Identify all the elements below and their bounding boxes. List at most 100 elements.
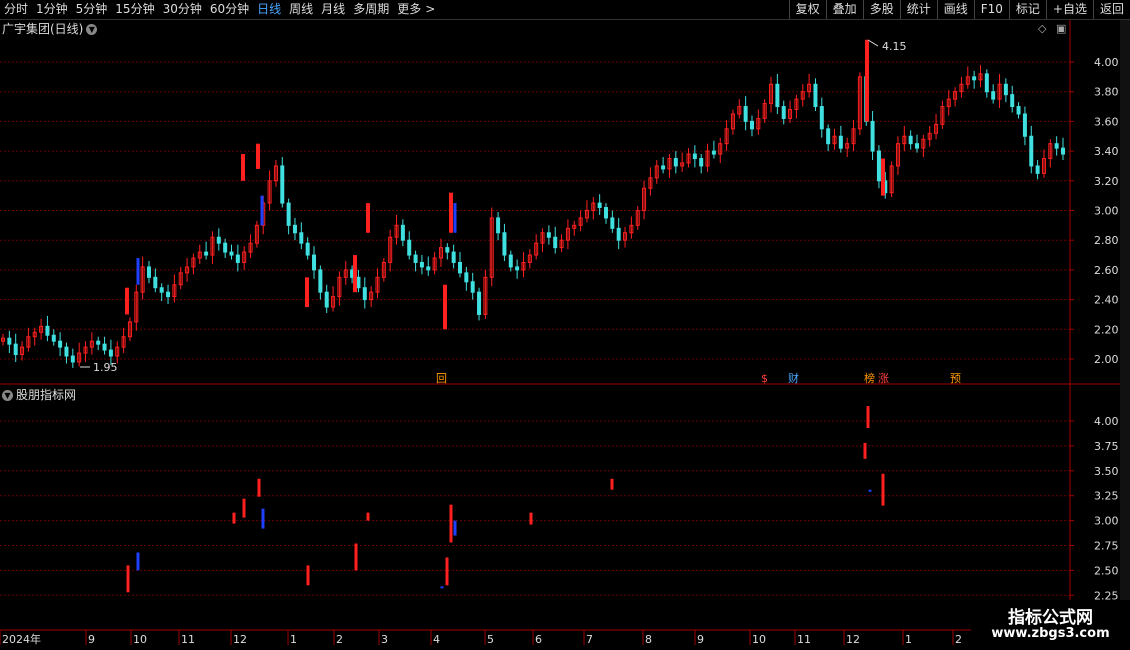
- blue-candle: [260, 195, 264, 226]
- candle-body: [1035, 165, 1040, 174]
- candle-body: [838, 135, 843, 149]
- candle-body: [96, 340, 101, 345]
- event-marker-1: $: [761, 372, 768, 385]
- y-tick-label: 3.40: [1094, 145, 1119, 158]
- candle-body: [108, 349, 113, 357]
- watermark-line2: www.zbgs3.com: [991, 626, 1110, 641]
- indicator-bar: [257, 478, 261, 497]
- candle-body: [216, 236, 221, 244]
- blue-candle: [136, 258, 140, 285]
- indicator-bar: [529, 512, 533, 525]
- x-tick-label: 1: [905, 633, 912, 646]
- low-price-label: 1.95: [93, 361, 118, 374]
- indicator-bar: [610, 478, 614, 490]
- candle-body: [711, 150, 716, 155]
- candle-body: [45, 325, 50, 336]
- indicator-bar: [440, 586, 444, 589]
- candle-body: [775, 83, 780, 108]
- candle-body: [362, 287, 367, 301]
- y-tick-label: 2.00: [1094, 353, 1119, 366]
- x-tick-label: 12: [233, 633, 247, 646]
- x-tick-label: 4: [433, 633, 440, 646]
- candle-body: [826, 128, 831, 145]
- candle-body: [496, 217, 501, 234]
- candle-body: [13, 343, 18, 356]
- x-tick-label: 11: [797, 633, 811, 646]
- candle-body: [781, 106, 786, 119]
- candle-body: [153, 276, 158, 289]
- candle-body: [546, 232, 551, 238]
- candle-body: [356, 276, 361, 289]
- indicator-bar: [453, 520, 457, 536]
- candle-body: [908, 135, 913, 145]
- y-tick-label: 2.50: [1094, 564, 1119, 577]
- candle-body: [1003, 83, 1008, 96]
- x-tick-label: 2024年: [2, 632, 41, 646]
- candle-body: [280, 165, 285, 204]
- candle-body: [699, 158, 704, 167]
- candle-body: [458, 261, 463, 274]
- candle-body: [70, 355, 75, 363]
- candle-body: [305, 242, 310, 256]
- limit-up-candle: [241, 154, 245, 181]
- kline-chart[interactable]: 4.00 3.80 3.60 3.40 3.20 3.00 2.80 2.60 2.40 2.20…: [0, 0, 1130, 650]
- indicator-bar: [354, 543, 358, 571]
- candle-body: [419, 261, 424, 268]
- candle-body: [324, 291, 329, 308]
- event-marker-3: 榜: [864, 371, 875, 385]
- y-tick-label: 2.80: [1094, 234, 1119, 247]
- blue-candle: [453, 203, 457, 233]
- event-marker-0: 回: [436, 372, 447, 385]
- candle-body: [1054, 143, 1059, 149]
- candle-body: [1061, 147, 1065, 155]
- candle-body: [870, 120, 875, 152]
- x-tick-label: 10: [133, 633, 147, 646]
- candle-body: [451, 251, 456, 263]
- candle-body: [426, 266, 431, 271]
- candle-body: [102, 343, 107, 351]
- indicator-bar: [863, 442, 867, 459]
- indicator-bar: [445, 557, 449, 586]
- x-tick-label: 8: [645, 633, 652, 646]
- y-tick-label: 2.40: [1094, 294, 1119, 307]
- indicator-bar: [868, 489, 872, 492]
- candle-body: [299, 232, 304, 244]
- candle-body: [915, 143, 920, 149]
- candle-body: [204, 251, 209, 256]
- x-tick-label: 9: [697, 633, 704, 646]
- candle-body: [692, 153, 697, 160]
- x-tick-label: 9: [88, 633, 95, 646]
- x-tick-label: 3: [381, 633, 388, 646]
- x-tick-label: 10: [752, 633, 766, 646]
- x-tick-label: 1: [290, 633, 297, 646]
- y-tick-label: 3.75: [1094, 440, 1119, 453]
- candle-body: [1022, 113, 1027, 137]
- limit-up-candle: [366, 203, 370, 233]
- candle-body: [502, 232, 507, 256]
- candle-body: [616, 227, 621, 241]
- indicator-bar: [261, 508, 265, 529]
- y-tick-label: 2.20: [1094, 323, 1119, 336]
- y-tick-label: 4.00: [1094, 56, 1119, 69]
- x-tick-label: 11: [181, 633, 195, 646]
- candle-body: [159, 287, 164, 293]
- candle-body: [64, 346, 69, 357]
- x-tick-label: 5: [487, 633, 494, 646]
- candle-body: [1010, 94, 1015, 108]
- x-tick-label: 2: [955, 633, 962, 646]
- x-tick-label: 12: [846, 633, 860, 646]
- candle-body: [51, 334, 56, 342]
- candle-body: [813, 83, 818, 108]
- candle-body: [445, 247, 450, 253]
- limit-up-candle: [256, 143, 260, 169]
- candle-body: [407, 239, 412, 256]
- candle-body: [477, 291, 482, 315]
- limit-up-candle: [881, 158, 885, 196]
- candle-body: [515, 266, 520, 271]
- high-arrow-icon: [867, 39, 879, 47]
- y-tick-label: 2.60: [1094, 264, 1119, 277]
- y-tick-label: 2.75: [1094, 540, 1119, 553]
- y-tick-label: 3.20: [1094, 175, 1119, 188]
- y-tick-label: 3.00: [1094, 515, 1119, 528]
- watermark-line1: 指标公式网: [1008, 608, 1093, 628]
